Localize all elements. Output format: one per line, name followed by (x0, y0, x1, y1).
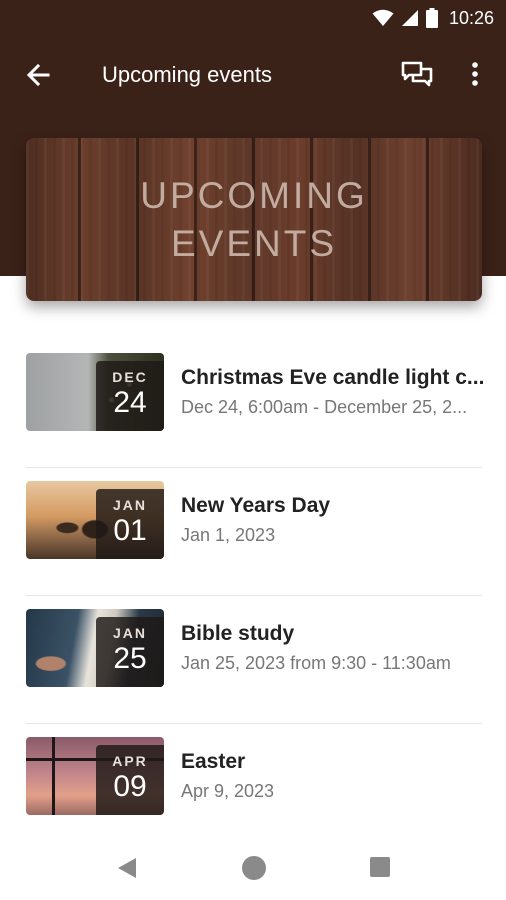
more-options-button[interactable] (462, 58, 488, 92)
event-date: Dec 24, 6:00am - December 25, 2... (181, 397, 468, 417)
event-date: Jan 25, 2023 from 9:30 - 11:30am (181, 653, 451, 673)
nav-recents-button[interactable] (370, 857, 390, 877)
event-item-christmas-eve[interactable]: DEC 24 Christmas Eve candle light c... D… (26, 340, 484, 468)
date-badge-day: 09 (113, 770, 147, 803)
nav-home-button[interactable] (242, 856, 266, 880)
cell-signal-icon (401, 10, 418, 26)
status-icons: 10:26 (372, 6, 494, 30)
date-badge: JAN 01 (96, 489, 164, 559)
event-list: DEC 24 Christmas Eve candle light c... D… (26, 340, 484, 852)
event-thumbnail: JAN 01 (26, 481, 164, 559)
battery-icon (425, 8, 438, 28)
event-item-easter[interactable]: APR 09 Easter Apr 9, 2023 (26, 724, 482, 852)
app-bar: Upcoming events (0, 46, 506, 104)
banner-line-2: EVENTS (170, 223, 338, 264)
triangle-back-icon (118, 858, 136, 878)
date-badge-month: JAN (112, 625, 147, 641)
chat-icon (401, 61, 433, 87)
event-date: Jan 1, 2023 (181, 525, 276, 545)
page-title: Upcoming events (102, 62, 272, 87)
event-title: New Years Day (181, 494, 331, 517)
date-badge-day: 25 (113, 642, 147, 675)
date-badge: DEC 24 (96, 361, 164, 431)
date-badge-day: 24 (113, 386, 147, 419)
chat-button[interactable] (399, 58, 435, 92)
date-badge: APR 09 (96, 745, 164, 815)
event-item-bible-study[interactable]: JAN 25 Bible study Jan 25, 2023 from 9:3… (26, 596, 482, 724)
event-title: Bible study (181, 622, 295, 645)
date-badge-month: DEC (112, 369, 148, 385)
event-date: Apr 9, 2023 (181, 781, 275, 801)
event-title: Christmas Eve candle light c... (181, 366, 485, 389)
event-title: Easter (181, 750, 246, 773)
date-badge-day: 01 (113, 514, 147, 547)
upcoming-events-banner: UPCOMING EVENTS (26, 138, 482, 301)
more-vert-icon (472, 62, 478, 86)
event-item-new-years-day[interactable]: JAN 01 New Years Day Jan 1, 2023 (26, 468, 482, 596)
status-bar: 10:26 (0, 0, 506, 36)
nav-back-button[interactable] (115, 856, 139, 880)
wifi-icon (372, 9, 394, 26)
date-badge-month: JAN (112, 497, 147, 513)
event-thumbnail: APR 09 (26, 737, 164, 815)
back-button[interactable] (22, 60, 56, 90)
event-thumbnail: JAN 25 (26, 609, 164, 687)
status-time: 10:26 (448, 7, 494, 28)
date-badge-month: APR (112, 753, 148, 769)
arrow-back-icon (26, 63, 50, 87)
banner-text: UPCOMING EVENTS (26, 172, 482, 268)
date-badge: JAN 25 (96, 617, 164, 687)
system-nav-bar (0, 836, 506, 900)
banner-line-1: UPCOMING (140, 175, 368, 216)
event-thumbnail: DEC 24 (26, 353, 164, 431)
